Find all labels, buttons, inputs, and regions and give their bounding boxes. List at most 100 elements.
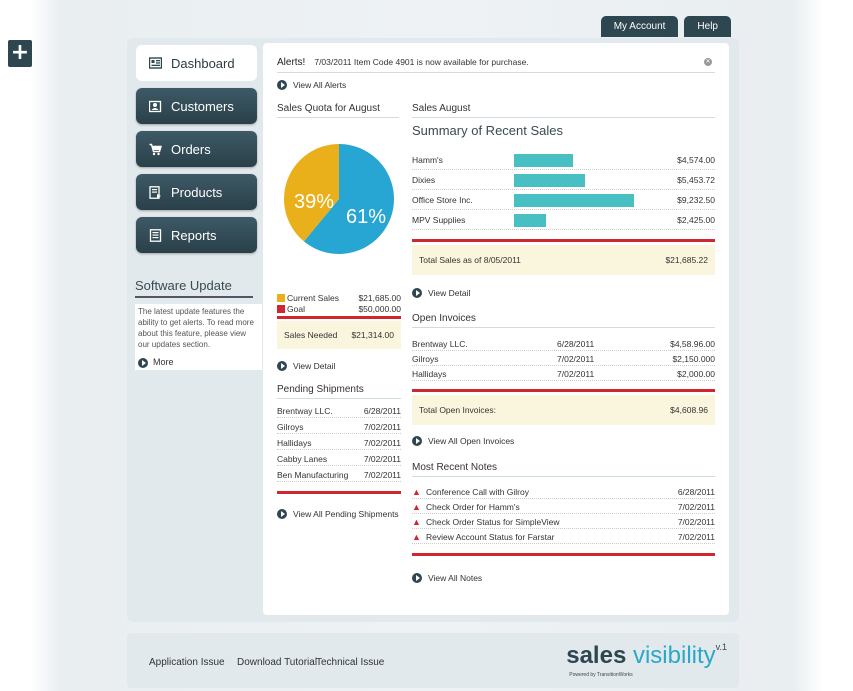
shipment-date: 6/28/2011 bbox=[363, 406, 401, 416]
more-link[interactable]: More bbox=[138, 357, 259, 368]
legend-label: Current Sales bbox=[287, 293, 339, 303]
note-text: Review Account Status for Farstar bbox=[426, 532, 555, 542]
view-all-invoices-link[interactable]: View All Open Invoices bbox=[412, 436, 514, 446]
table-row[interactable]: MPV Supplies $2,425.00 bbox=[412, 210, 715, 230]
total-value: $21,685.22 bbox=[665, 255, 708, 265]
nav-label: Products bbox=[171, 184, 223, 200]
swatch bbox=[277, 305, 285, 313]
table-row[interactable]: Hallidays 7/02/2011 bbox=[277, 436, 401, 450]
sales-needed-box: Sales Needed $21,314.00 bbox=[277, 321, 401, 349]
invoice-amount: $2,000.00 bbox=[677, 369, 715, 379]
customer-name: MPV Supplies bbox=[412, 215, 466, 225]
warning-icon: ▲ bbox=[412, 517, 421, 527]
my-account-tab[interactable]: My Account bbox=[600, 16, 679, 37]
goal-bar bbox=[277, 316, 401, 319]
table-row[interactable]: Dixies $5,453.72 bbox=[412, 170, 715, 190]
view-all-alerts-link[interactable]: View All Alerts bbox=[277, 80, 346, 90]
invoice-date: 7/02/2011 bbox=[557, 369, 595, 379]
note-date: 7/02/2011 bbox=[677, 502, 715, 512]
shipment-name: Ben Manufacturing bbox=[277, 470, 349, 480]
total-value: $4,608.96 bbox=[670, 405, 708, 415]
download-tutorial-link[interactable]: Download Tutorial bbox=[237, 657, 317, 668]
pending-bar bbox=[277, 491, 401, 494]
close-icon[interactable]: ✕ bbox=[704, 58, 712, 66]
warning-icon: ▲ bbox=[412, 502, 421, 512]
legend-value: $50,000.00 bbox=[358, 304, 401, 314]
help-tab[interactable]: Help bbox=[684, 16, 731, 37]
sales-bar bbox=[514, 154, 573, 167]
pie-label-remaining: 61% bbox=[346, 206, 386, 228]
view-detail-link[interactable]: View Detail bbox=[412, 288, 470, 298]
view-all-pending-link[interactable]: View All Pending Shipments bbox=[277, 509, 399, 519]
view-all-notes-link[interactable]: View All Notes bbox=[412, 573, 482, 583]
pie-label-current: 39% bbox=[294, 191, 334, 213]
more-label: More bbox=[153, 357, 174, 367]
table-row[interactable]: Hallidays 7/02/2011 $2,000.00 bbox=[412, 367, 715, 381]
note-text: Check Order Status for SimpleView bbox=[426, 517, 560, 527]
list-item[interactable]: ▲ Check Order Status for SimpleView 7/02/2… bbox=[412, 515, 715, 529]
arrow-right-icon bbox=[412, 288, 422, 298]
customer-name: Office Store Inc. bbox=[412, 195, 473, 205]
customer-name: Hamm's bbox=[412, 155, 443, 165]
table-row[interactable]: Ben Manufacturing 7/02/2011 bbox=[277, 468, 401, 482]
shipment-name: Cabby Lanes bbox=[277, 454, 328, 464]
nav-dashboard[interactable]: Dashboard bbox=[136, 45, 257, 81]
shipment-name: Gilroys bbox=[277, 422, 304, 432]
invoice-amount: $4,58.96.00 bbox=[670, 339, 715, 349]
brand-version: v.1 bbox=[715, 642, 727, 652]
table-row[interactable]: Cabby Lanes 7/02/2011 bbox=[277, 452, 401, 466]
list-item[interactable]: ▲ Review Account Status for Farstar 7/02/2… bbox=[412, 530, 715, 544]
legend-goal: Goal $50,000.00 bbox=[277, 304, 401, 315]
customer-name: Dixies bbox=[412, 175, 436, 185]
table-row[interactable]: Office Store Inc. $9,232.50 bbox=[412, 190, 715, 210]
nav-customers[interactable]: Customers bbox=[136, 88, 257, 124]
link-label: View All Pending Shipments bbox=[293, 509, 399, 519]
table-row[interactable]: Hamm's $4,574.00 bbox=[412, 150, 715, 170]
view-detail-link[interactable]: View Detail bbox=[277, 361, 335, 371]
arrow-right-icon bbox=[277, 509, 287, 519]
alert-message: 7/03/2011 Item Code 4901 is now availabl… bbox=[314, 57, 529, 67]
link-label: View Detail bbox=[428, 288, 471, 298]
notes-bar bbox=[412, 553, 715, 556]
sales-bar bbox=[514, 174, 585, 187]
list-item[interactable]: ▲ Check Order for Hamm's 7/02/2011 bbox=[412, 500, 715, 514]
cart-icon bbox=[149, 143, 162, 156]
nav-orders[interactable]: Orders bbox=[136, 131, 257, 167]
invoices-title: Open Invoices bbox=[412, 313, 715, 328]
brand-word-sales: sales bbox=[566, 642, 627, 669]
nav-reports[interactable]: Reports bbox=[136, 217, 257, 253]
arrow-right-icon bbox=[138, 357, 148, 368]
sales-bar bbox=[412, 239, 715, 242]
software-update-title: Software Update bbox=[135, 278, 253, 298]
technical-issue-link[interactable]: Technical Issue bbox=[316, 657, 384, 668]
nav-products[interactable]: Products bbox=[136, 174, 257, 210]
note-text: Conference Call with Gilroy bbox=[426, 487, 529, 497]
nav-label: Dashboard bbox=[171, 55, 235, 71]
table-row[interactable]: Gilroys 7/02/2011 $2,150.000 bbox=[412, 352, 715, 366]
sales-bar bbox=[514, 214, 546, 227]
products-icon bbox=[149, 185, 162, 199]
invoices-bar bbox=[412, 389, 715, 392]
application-issue-link[interactable]: Application Issue bbox=[149, 657, 225, 668]
brand-logo: sales visibilityv.1 Powered by Transitio… bbox=[566, 642, 727, 678]
table-row[interactable]: Brentway LLC. 6/28/2011 $4,58.96.00 bbox=[412, 337, 715, 351]
list-item[interactable]: ▲ Conference Call with Gilroy 6/28/2011 bbox=[412, 485, 715, 499]
sales-bar bbox=[514, 194, 634, 207]
table-row[interactable]: Brentway LLC. 6/28/2011 bbox=[277, 404, 401, 418]
pending-title: Pending Shipments bbox=[277, 384, 401, 399]
warning-icon: ▲ bbox=[412, 532, 421, 542]
nav-label: Customers bbox=[171, 98, 234, 114]
link-label: View All Alerts bbox=[293, 80, 347, 90]
software-update-text: The latest update features the ability t… bbox=[138, 307, 254, 349]
quota-title: Sales Quota for August bbox=[277, 103, 399, 118]
sales-value: $9,232.50 bbox=[677, 195, 715, 205]
note-date: 6/28/2011 bbox=[677, 487, 715, 497]
sales-value: $2,425.00 bbox=[677, 215, 715, 225]
link-label: View Detail bbox=[293, 361, 336, 371]
table-row[interactable]: Gilroys 7/02/2011 bbox=[277, 420, 401, 434]
nav-label: Orders bbox=[171, 141, 211, 157]
note-date: 7/02/2011 bbox=[677, 517, 715, 527]
invoice-amount: $2,150.000 bbox=[672, 354, 715, 364]
add-button[interactable]: + bbox=[8, 40, 32, 67]
app-shell: Dashboard Customers Orders Products Repo… bbox=[127, 38, 739, 622]
